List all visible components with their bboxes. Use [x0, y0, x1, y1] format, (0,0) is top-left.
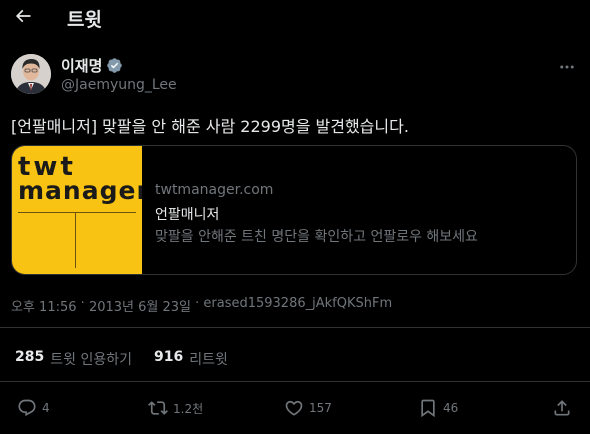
reply-count: 4 [42, 401, 50, 415]
more-options-button[interactable] [556, 56, 578, 78]
retweet-button[interactable]: 1.2천 [148, 396, 203, 420]
bookmark-count: 46 [443, 401, 459, 415]
page-title: 트윗 [67, 9, 102, 31]
retweet-icon [148, 401, 168, 415]
retweet-count: 1.2천 [173, 401, 204, 416]
author-name-row: 이재명 [61, 55, 123, 76]
divider [0, 381, 590, 382]
like-count: 157 [309, 401, 332, 415]
card-logo-divider-vertical [75, 212, 76, 268]
like-button[interactable]: 157 [284, 396, 332, 420]
avatar[interactable] [11, 54, 51, 94]
arrow-left-icon [15, 9, 31, 23]
retweets-count: 916 [153, 349, 184, 365]
engagement-stats: 285 트윗 인용하기 916 리트윗 [15, 349, 250, 369]
card-logo-text-line2: manager [18, 176, 142, 205]
tweet-source[interactable]: erased1593286_jAkfQKShFm [203, 296, 392, 315]
retweets-label: 리트윗 [189, 352, 228, 368]
quote-tweets-count: 285 [15, 349, 45, 365]
bookmark-button[interactable]: 46 [418, 396, 458, 420]
top-bar: 트윗 [0, 0, 590, 36]
card-logo-image: twt manager [12, 146, 142, 274]
author-handle[interactable]: @Jaemyung_Lee [61, 77, 177, 93]
link-card[interactable]: twt manager twtmanager.com 언팔매니저 맞팔을 안해준… [11, 145, 577, 275]
avatar-image [11, 54, 51, 94]
meta-separator: · [76, 296, 89, 311]
tweet-meta: 오후 11:56 · 2013년 6월 23일 · erased1593286_… [11, 296, 392, 315]
tweet-time[interactable]: 오후 11:56 [11, 296, 77, 315]
card-description: 맞팔을 안해준 트친 명단을 확인하고 언팔로우 해보세요 [155, 229, 478, 245]
heart-icon [285, 400, 303, 416]
more-dots-icon [560, 65, 574, 69]
share-icon [554, 400, 570, 416]
card-logo-divider [18, 212, 136, 213]
quote-tweets-label: 트윗 인용하기 [50, 352, 132, 368]
verified-badge-icon[interactable] [106, 57, 123, 74]
author-name[interactable]: 이재명 [61, 55, 102, 76]
quote-tweets-stat[interactable]: 285 트윗 인용하기 [15, 349, 132, 369]
tweet-text: [언팔매니저] 맞팔을 안 해준 사람 2299명을 발견했습니다. [11, 117, 409, 136]
bookmark-icon [421, 399, 435, 418]
retweets-stat[interactable]: 916 리트윗 [154, 349, 228, 369]
card-domain: twtmanager.com [155, 182, 274, 198]
meta-separator: · [190, 296, 204, 311]
share-button[interactable] [552, 396, 572, 420]
reply-button[interactable]: 4 [17, 396, 50, 420]
back-button[interactable] [8, 1, 38, 31]
card-title: 언팔매니저 [155, 207, 220, 223]
tweet-date[interactable]: 2013년 6월 23일 [89, 296, 191, 315]
reply-icon [18, 399, 36, 417]
divider [0, 327, 590, 328]
